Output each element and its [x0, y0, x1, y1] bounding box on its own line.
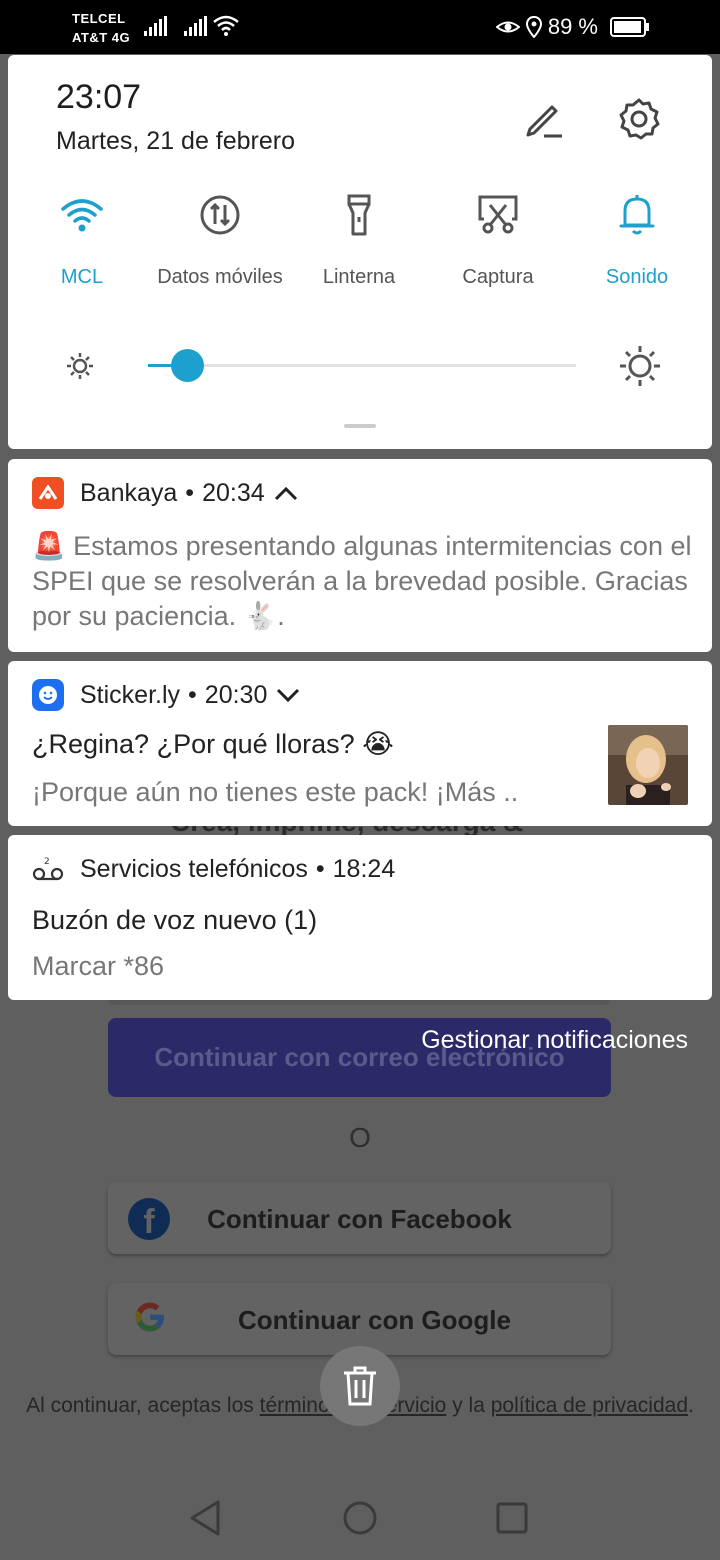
- battery-icon: [610, 17, 649, 37]
- location-icon: [525, 16, 542, 38]
- legal-prefix: Al continuar, aceptas los: [26, 1394, 254, 1417]
- flashlight-icon: [347, 194, 371, 236]
- notification-app-name: Servicios telefónicos: [80, 854, 308, 883]
- facebook-login-label: Continuar con Facebook: [207, 1204, 512, 1234]
- notification-app-name: Bankaya: [80, 478, 178, 507]
- notification-voicemail[interactable]: 2 Servicios telefónicos • 18:24 Buzón de…: [8, 835, 712, 1000]
- tile-wifi[interactable]: MCL: [12, 185, 152, 289]
- notification-body: 🚨 Estamos presentando algunas intermiten…: [32, 531, 692, 631]
- brightness-high-icon: [620, 346, 660, 386]
- tile-sound[interactable]: Sonido: [567, 185, 707, 289]
- legal-suffix: .: [688, 1394, 694, 1417]
- bell-icon: [619, 195, 655, 235]
- signal-icon-2: [184, 16, 207, 36]
- notification-title: Buzón de voz nuevo (1): [32, 905, 318, 935]
- notification-text: Marcar *86: [32, 951, 165, 981]
- tile-mobile-data-label: Datos móviles: [157, 266, 283, 288]
- svg-text:2: 2: [44, 857, 50, 867]
- notification-time: 20:34: [202, 478, 265, 507]
- separator-dot: •: [315, 854, 325, 883]
- navigation-bar: [0, 1478, 720, 1560]
- carrier-2: AT&T 4G: [72, 30, 131, 45]
- notification-stickerly[interactable]: Sticker.ly • 20:30 ¿Regina? ¿Por qué llo…: [8, 661, 712, 826]
- separator-dot: •: [185, 478, 195, 507]
- trash-icon: [344, 1366, 376, 1406]
- panel-drag-handle[interactable]: [344, 424, 376, 428]
- battery-percent: 89 %: [547, 14, 598, 39]
- quick-settings-panel: 23:07 Martes, 21 de febrero MCL Datos mó…: [8, 55, 712, 449]
- or-divider: O: [349, 1122, 371, 1153]
- clear-notifications-button[interactable]: [320, 1346, 400, 1426]
- siren-emoji: 🚨: [32, 531, 66, 561]
- edit-icon[interactable]: [522, 99, 566, 139]
- tile-flashlight[interactable]: Linterna: [289, 185, 429, 289]
- notification-thumbnail: [608, 725, 688, 805]
- facebook-login-button[interactable]: f Continuar con Facebook: [108, 1182, 611, 1254]
- signal-icon: [144, 16, 167, 36]
- settings-gear-icon[interactable]: [617, 97, 661, 141]
- mobile-data-icon: [200, 195, 240, 235]
- clock: 23:07: [56, 78, 142, 116]
- notification-title: ¿Regina? ¿Por qué lloras? 😭: [32, 729, 394, 760]
- carrier-labels: TELCEL AT&T 4G: [72, 9, 130, 47]
- notification-header: Bankaya • 20:34: [32, 477, 299, 509]
- home-icon[interactable]: [342, 1498, 378, 1538]
- status-bar: TELCEL AT&T 4G 89 %: [0, 0, 720, 54]
- bankaya-app-icon: [32, 477, 64, 509]
- stickerly-app-icon: [32, 679, 64, 711]
- legal-middle: y la: [452, 1394, 485, 1417]
- google-login-button[interactable]: Continuar con Google: [108, 1283, 611, 1355]
- notification-bankaya[interactable]: Bankaya • 20:34 🚨 Estamos presentando al…: [8, 459, 712, 652]
- notification-header: 2 Servicios telefónicos • 18:24: [32, 853, 395, 885]
- wifi-icon: [61, 199, 103, 232]
- tile-wifi-label: MCL: [60, 266, 104, 288]
- notification-text: ¡Porque aún no tienes este pack! ¡Más ..: [32, 777, 519, 807]
- privacy-link[interactable]: política de privacidad: [491, 1394, 688, 1417]
- crying-emoji: 😭: [362, 729, 394, 759]
- tile-sound-label: Sonido: [605, 266, 669, 288]
- voicemail-icon: 2: [32, 853, 64, 885]
- chevron-down-icon[interactable]: [275, 686, 301, 704]
- carrier-1: TELCEL: [72, 11, 126, 26]
- brightness-slider-thumb[interactable]: [170, 349, 204, 382]
- tile-flashlight-label: Linterna: [322, 266, 396, 288]
- recents-icon[interactable]: [494, 1498, 530, 1538]
- date: Martes, 21 de febrero: [56, 127, 296, 155]
- tile-mobile-data[interactable]: Datos móviles: [150, 185, 290, 289]
- screenshot-icon: [478, 195, 518, 234]
- rabbit-emoji: 🐇: [243, 601, 278, 631]
- status-right-group: 89 %: [495, 14, 598, 40]
- tile-screenshot-label: Captura: [462, 266, 534, 288]
- tile-screenshot[interactable]: Captura: [428, 185, 568, 289]
- google-login-label: Continuar con Google: [238, 1305, 511, 1335]
- notification-time: 20:30: [204, 680, 268, 709]
- eye-comfort-icon: [495, 21, 520, 33]
- notification-time: 18:24: [332, 854, 396, 883]
- notification-title-text: ¿Regina? ¿Por qué lloras?: [32, 729, 355, 759]
- back-icon[interactable]: [188, 1498, 224, 1538]
- chevron-up-icon[interactable]: [273, 484, 299, 502]
- notification-app-name: Sticker.ly: [80, 680, 181, 709]
- notification-header: Sticker.ly • 20:30: [32, 679, 301, 711]
- brightness-low-icon: [67, 353, 93, 379]
- wifi-icon: [213, 15, 239, 36]
- brightness-slider[interactable]: [148, 364, 576, 367]
- separator-dot: •: [188, 680, 197, 709]
- manage-notifications-link[interactable]: Gestionar notificaciones: [421, 1026, 688, 1055]
